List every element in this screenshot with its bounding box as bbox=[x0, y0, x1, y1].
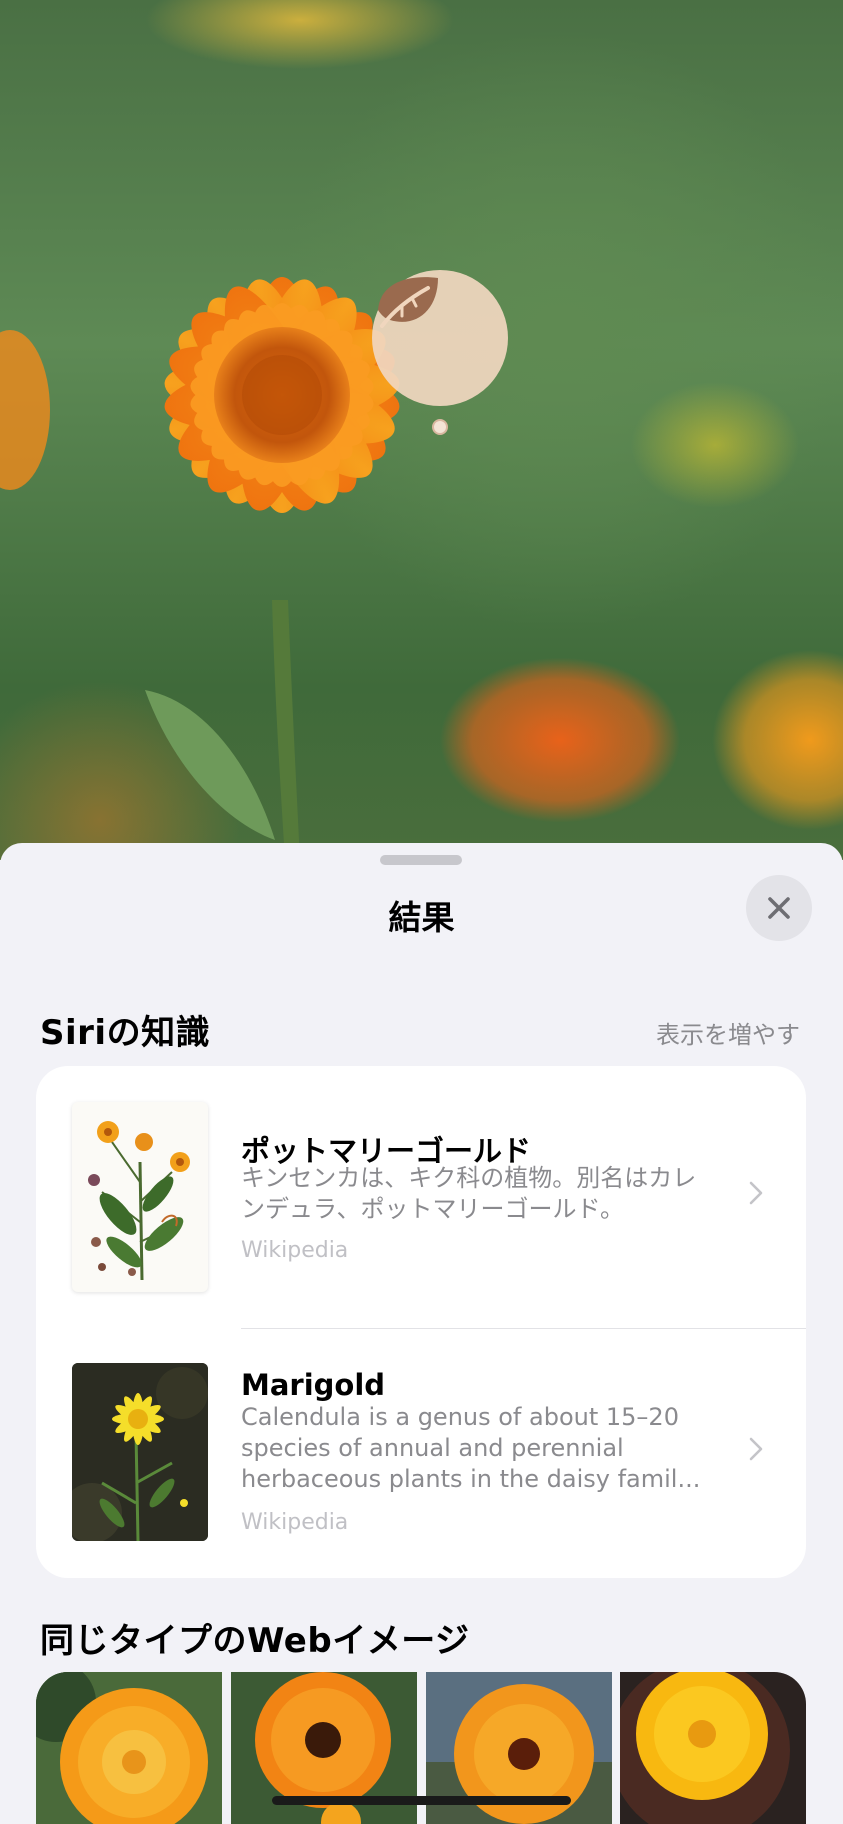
chevron-right-icon bbox=[749, 1437, 763, 1461]
siri-knowledge-card: ポットマリーゴールド キンセンカは、キク科の植物。別名はカレ ンデュラ、ポットマ… bbox=[36, 1066, 806, 1578]
web-image[interactable] bbox=[620, 1672, 806, 1824]
knowledge-item[interactable]: ポットマリーゴールド キンセンカは、キク科の植物。別名はカレ ンデュラ、ポットマ… bbox=[36, 1066, 806, 1296]
show-more-link[interactable]: 表示を増やす bbox=[656, 1015, 800, 1050]
results-sheet: 結果 Siriの知識 表示を増やす ポットマリーゴールド キンセンカは、キク科の… bbox=[0, 843, 843, 1824]
sheet-title: 結果 bbox=[388, 898, 455, 937]
item-description-line: ンデュラ、ポットマリーゴールド。 bbox=[241, 1195, 625, 1223]
item-description-line: Calendula is a genus of about 15–20 bbox=[241, 1403, 679, 1431]
item-description: キンセンカは、キク科の植物。別名はカレ ンデュラ、ポットマリーゴールド。 bbox=[241, 1163, 761, 1225]
photo-viewer[interactable] bbox=[0, 0, 843, 860]
sheet-grabber[interactable] bbox=[380, 855, 462, 865]
chevron-right-icon bbox=[749, 1181, 763, 1205]
calendula-photo bbox=[0, 277, 400, 860]
item-description-line: キンセンカは、キク科の植物。別名はカレ bbox=[241, 1164, 697, 1192]
knowledge-item[interactable]: Marigold Calendula is a genus of about 1… bbox=[36, 1328, 806, 1558]
lookup-anchor-dot bbox=[432, 419, 448, 435]
item-source: Wikipedia bbox=[241, 1238, 349, 1263]
web-image[interactable] bbox=[36, 1672, 222, 1824]
item-source: Wikipedia bbox=[241, 1510, 349, 1535]
marigold-photo-thumbnail bbox=[72, 1363, 208, 1541]
visual-lookup-button[interactable] bbox=[372, 270, 508, 406]
item-title: Marigold bbox=[241, 1368, 386, 1402]
home-indicator[interactable] bbox=[272, 1796, 571, 1805]
leaf-icon bbox=[378, 277, 438, 328]
item-description-line: species of annual and perennial bbox=[241, 1434, 624, 1462]
xmark-icon bbox=[768, 897, 790, 919]
siri-knowledge-heading: Siriの知識 bbox=[40, 1013, 211, 1053]
item-description: Calendula is a genus of about 15–20 spec… bbox=[241, 1402, 761, 1495]
item-description-line: herbaceous plants in the daisy famil... bbox=[241, 1465, 701, 1493]
botanical-illustration-thumbnail bbox=[72, 1102, 208, 1292]
web-images-heading: 同じタイプのWebイメージ bbox=[40, 1621, 470, 1661]
close-button[interactable] bbox=[746, 875, 812, 941]
